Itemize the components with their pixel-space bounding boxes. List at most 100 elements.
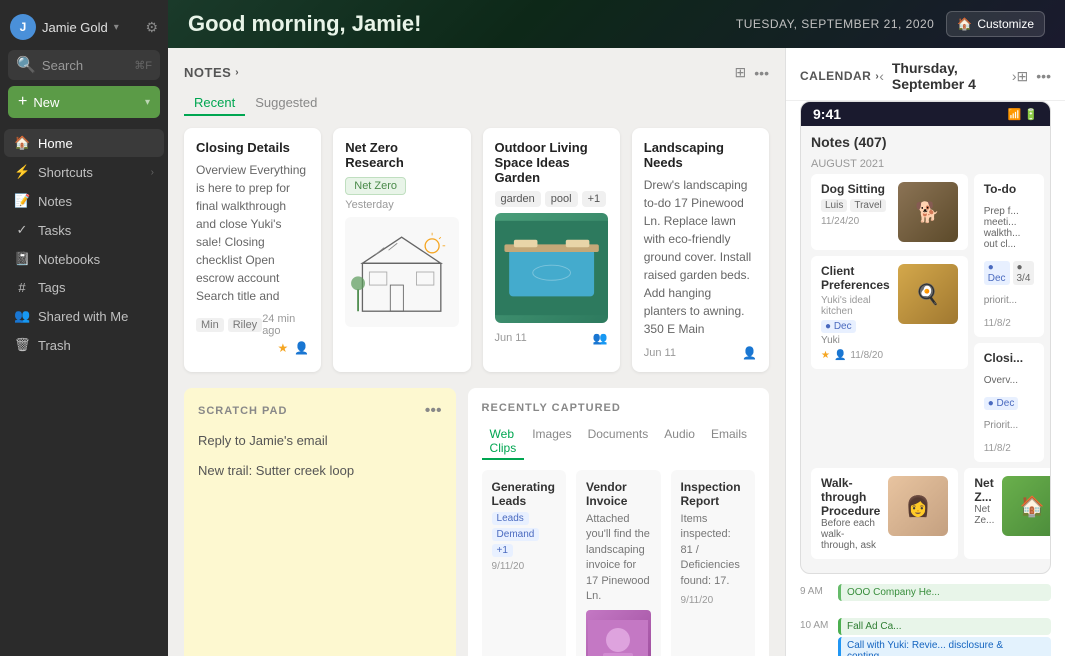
widget-item-closing[interactable]: Closi... Overv... ● Dec Priorit... 11/8/… [974,343,1045,462]
tab-suggested[interactable]: Suggested [245,91,327,116]
widget-bottom-row: Walk-through Procedure Before each walk-… [811,468,1040,565]
sidebar-item-shared[interactable]: 👥 Shared with Me [4,302,164,330]
sidebar-item-notebooks[interactable]: 📓 Notebooks [4,245,164,273]
check-icon: ✓ [14,222,30,238]
sidebar-item-tags[interactable]: # Tags [4,274,164,301]
sidebar: J Jamie Gold ▾ ⚙ 🔍 Search ⌘F + New ▾ 🏠 H… [0,0,168,656]
tab-emails[interactable]: Emails [703,424,755,460]
notes-widget-title: Notes (407) [811,134,886,150]
rc-card-invoice[interactable]: Vendor Invoice Attached you'll find the … [576,470,660,656]
date-display: TUESDAY, SEPTEMBER 21, 2020 [736,17,934,31]
cal-event-call[interactable]: Call with Yuki: Revie... disclosure & co… [838,637,1051,656]
notes-icon: 📝 [14,193,30,209]
cal-event-fall[interactable]: Fall Ad Ca... [838,618,1051,635]
widget-item-walkthrough[interactable]: Walk-through Procedure Before each walk-… [811,468,958,559]
tag-luis: Luis [821,199,847,212]
scratch-more-icon[interactable]: ••• [425,402,442,420]
greeting: Good morning, Jamie! [188,11,421,37]
cal-expand-icon[interactable]: ⊞ [1017,68,1029,85]
author-tag: Min [196,318,224,332]
note-card-outdoor[interactable]: Outdoor Living Space Ideas Garden garden… [483,128,620,372]
star-icon: ★ [278,341,289,355]
nav-label: Tasks [38,223,154,238]
subtitle: Before each walk-through, ask [821,518,880,551]
notes-grid-icon[interactable]: ⊞ [735,64,747,81]
nav-label: Tags [38,280,154,295]
nav-label: Notebooks [38,252,154,267]
calendar-scroll: 9 AM OOO Company He... 10 AM Fall Ad Ca.… [786,584,1065,656]
cal-event-ooo[interactable]: OOO Company He... [838,584,1051,601]
nwi-preview: Prep f... meeti... walkth... out cl... [984,206,1035,250]
time-events: Fall Ad Ca... Call with Yuki: Revie... d… [838,618,1051,656]
nwi-content: Dog Sitting Luis Travel 11/24/20 [821,182,890,242]
widget-item-todo[interactable]: To-do Prep f... meeti... walkth... out c… [974,174,1045,337]
gear-icon[interactable]: ⚙ [145,19,158,36]
tab-audio[interactable]: Audio [656,424,703,460]
sidebar-item-home[interactable]: 🏠 Home [4,129,164,157]
notes-arrow-icon: › [235,67,239,78]
customize-button[interactable]: 🏠 Customize [946,11,1045,37]
calendar-panel: CALENDAR › ‹ Thursday, September 4 › ⊞ •… [785,48,1065,656]
tab-documents[interactable]: Documents [580,424,657,460]
widget-item-netzero2[interactable]: Net Z... Net Ze... 🏠 [964,468,1051,559]
tab-webclips[interactable]: Web Clips [482,424,525,460]
calendar-month: Thursday, September 4 [892,60,1004,92]
tag-dec: ● Dec [821,320,856,333]
note-title: Closing Details [196,140,309,155]
home-icon: 🏠 [14,135,30,151]
rc-card-leads[interactable]: Generating Leads Leads Demand +1 9/11/20 [482,470,566,656]
rc-title: Inspection Report [681,480,745,508]
search-shortcut: ⌘F [134,59,152,72]
tab-images[interactable]: Images [524,424,579,460]
widget-col-left: Dog Sitting Luis Travel 11/24/20 🐕 [811,174,968,468]
time-slot-10am: 10 AM Fall Ad Ca... Call with Yuki: Revi… [800,618,1051,656]
tag-pool: pool [545,191,578,207]
notes-widget-grid: Dog Sitting Luis Travel 11/24/20 🐕 [811,174,1040,468]
tag-more: +1 [582,191,607,207]
scratch-line-2: New trail: Sutter creek loop [198,460,442,482]
rc-photo [586,610,650,656]
cal-prev-button[interactable]: ‹ [879,68,884,84]
tag-demand: Demand [492,528,540,541]
note-card-landscaping[interactable]: Landscaping Needs Drew's landscaping to-… [632,128,769,372]
sidebar-item-trash[interactable]: 🗑 Trash [4,331,164,359]
nwi-title: Net Z... [974,476,994,504]
content-area: NOTES › ⊞ ••• Recent Suggested Closing D… [168,48,1065,656]
bottom-section: SCRATCH PAD ••• Reply to Jamie's email N… [184,388,769,656]
new-button[interactable]: + New ▾ [8,86,160,118]
recently-captured-title: RECENTLY CAPTURED [482,402,755,414]
search-bar[interactable]: 🔍 Search ⌘F [8,50,160,80]
tag-leads: Leads [492,512,529,525]
nav-label: Home [38,136,154,151]
notes-grid: Closing Details Overview Everything is h… [184,128,769,372]
calendar-header: CALENDAR › ‹ Thursday, September 4 › ⊞ •… [786,48,1065,101]
time-label: 10 AM [800,618,830,631]
note-meta: Jun 11 👥 [495,331,608,345]
rc-date: 9/11/20 [681,595,745,606]
nwi-meta: ★ 👤 11/8/20 [821,350,890,361]
share-icon: 👤 [742,346,757,360]
star-icon: ★ [821,350,830,361]
avatar: J [10,14,36,40]
note-photo [495,213,608,323]
cal-more-icon[interactable]: ••• [1036,68,1051,85]
user-menu[interactable]: J Jamie Gold ▾ [10,14,119,40]
nwi-title: Dog Sitting [821,182,890,196]
time-events: OOO Company He... [838,584,1051,603]
note-preview: Drew's landscaping to-do 17 Pinewood Ln.… [644,176,757,338]
note-tags: garden pool +1 [495,191,608,207]
widget-item-dog[interactable]: Dog Sitting Luis Travel 11/24/20 🐕 [811,174,968,250]
nav-label: Trash [38,338,154,353]
sidebar-item-tasks[interactable]: ✓ Tasks [4,216,164,244]
widget-item-client[interactable]: Client Preferences Yuki's ideal kitchen … [811,256,968,369]
nwi-image: 🍳 [898,264,958,324]
note-card-netzero[interactable]: Net Zero Research Net Zero Yesterday [333,128,470,372]
sidebar-item-shortcuts[interactable]: ⚡ Shortcuts › [4,158,164,186]
note-date: Yesterday [345,199,458,211]
nwi-preview: Overv... [984,375,1035,386]
note-card-closing[interactable]: Closing Details Overview Everything is h… [184,128,321,372]
rc-card-inspection[interactable]: Inspection Report Items inspected: 81 / … [671,470,755,656]
notes-more-icon[interactable]: ••• [754,64,769,81]
sidebar-item-notes[interactable]: 📝 Notes [4,187,164,215]
tab-recent[interactable]: Recent [184,91,245,116]
